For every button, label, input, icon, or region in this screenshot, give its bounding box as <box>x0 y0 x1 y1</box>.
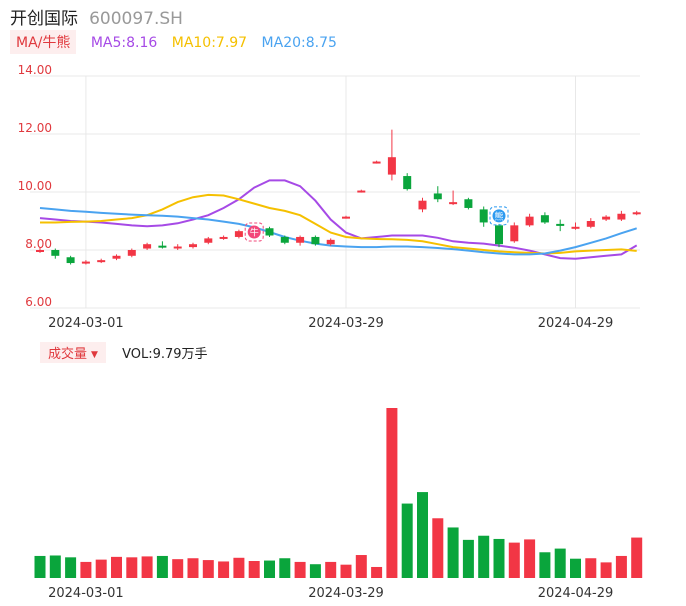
volume-bar <box>554 548 566 578</box>
volume-bar <box>417 492 428 578</box>
volume-bar <box>95 559 107 578</box>
volume-bar <box>111 556 122 578</box>
volume-bar <box>478 535 490 578</box>
volume-bar <box>631 537 643 578</box>
volume-bar <box>585 558 597 578</box>
volume-bar <box>279 558 291 578</box>
volume-bar <box>432 518 444 578</box>
volume-bar <box>49 555 61 578</box>
volume-bar <box>600 562 612 578</box>
volume-bar <box>141 556 153 578</box>
x-tick-label: 2024-03-01 <box>48 586 124 601</box>
volume-bar <box>156 555 168 578</box>
volume-bar <box>202 560 214 578</box>
volume-bar <box>462 539 474 578</box>
volume-bar <box>386 408 398 578</box>
volume-bar <box>615 555 627 578</box>
volume-bar <box>493 538 505 578</box>
x-tick-label: 2024-03-29 <box>308 586 384 601</box>
volume-bar <box>34 555 46 578</box>
volume-bar <box>447 527 459 578</box>
volume-bar <box>172 559 184 578</box>
volume-bar <box>264 560 275 578</box>
volume-bar <box>401 503 413 578</box>
volume-bar <box>248 561 260 578</box>
volume-bar <box>309 564 321 578</box>
volume-bar <box>126 557 138 578</box>
volume-bar <box>355 555 367 578</box>
volume-bar <box>80 561 92 578</box>
volume-chart[interactable]: 2024-03-01 2024-03-29 2024-04-29 <box>0 0 686 606</box>
volume-bar <box>325 561 337 578</box>
volume-bar <box>233 557 245 578</box>
volume-bar <box>570 558 581 578</box>
volume-bar <box>65 557 77 578</box>
volume-bar <box>524 539 536 578</box>
volume-bar <box>508 542 520 578</box>
volume-bar <box>340 564 352 578</box>
x-tick-label: 2024-04-29 <box>538 586 614 601</box>
volume-bar <box>187 558 199 578</box>
volume-bar <box>218 561 230 578</box>
volume-bar <box>294 561 306 578</box>
volume-bar <box>371 566 383 578</box>
volume-bar <box>539 552 551 578</box>
